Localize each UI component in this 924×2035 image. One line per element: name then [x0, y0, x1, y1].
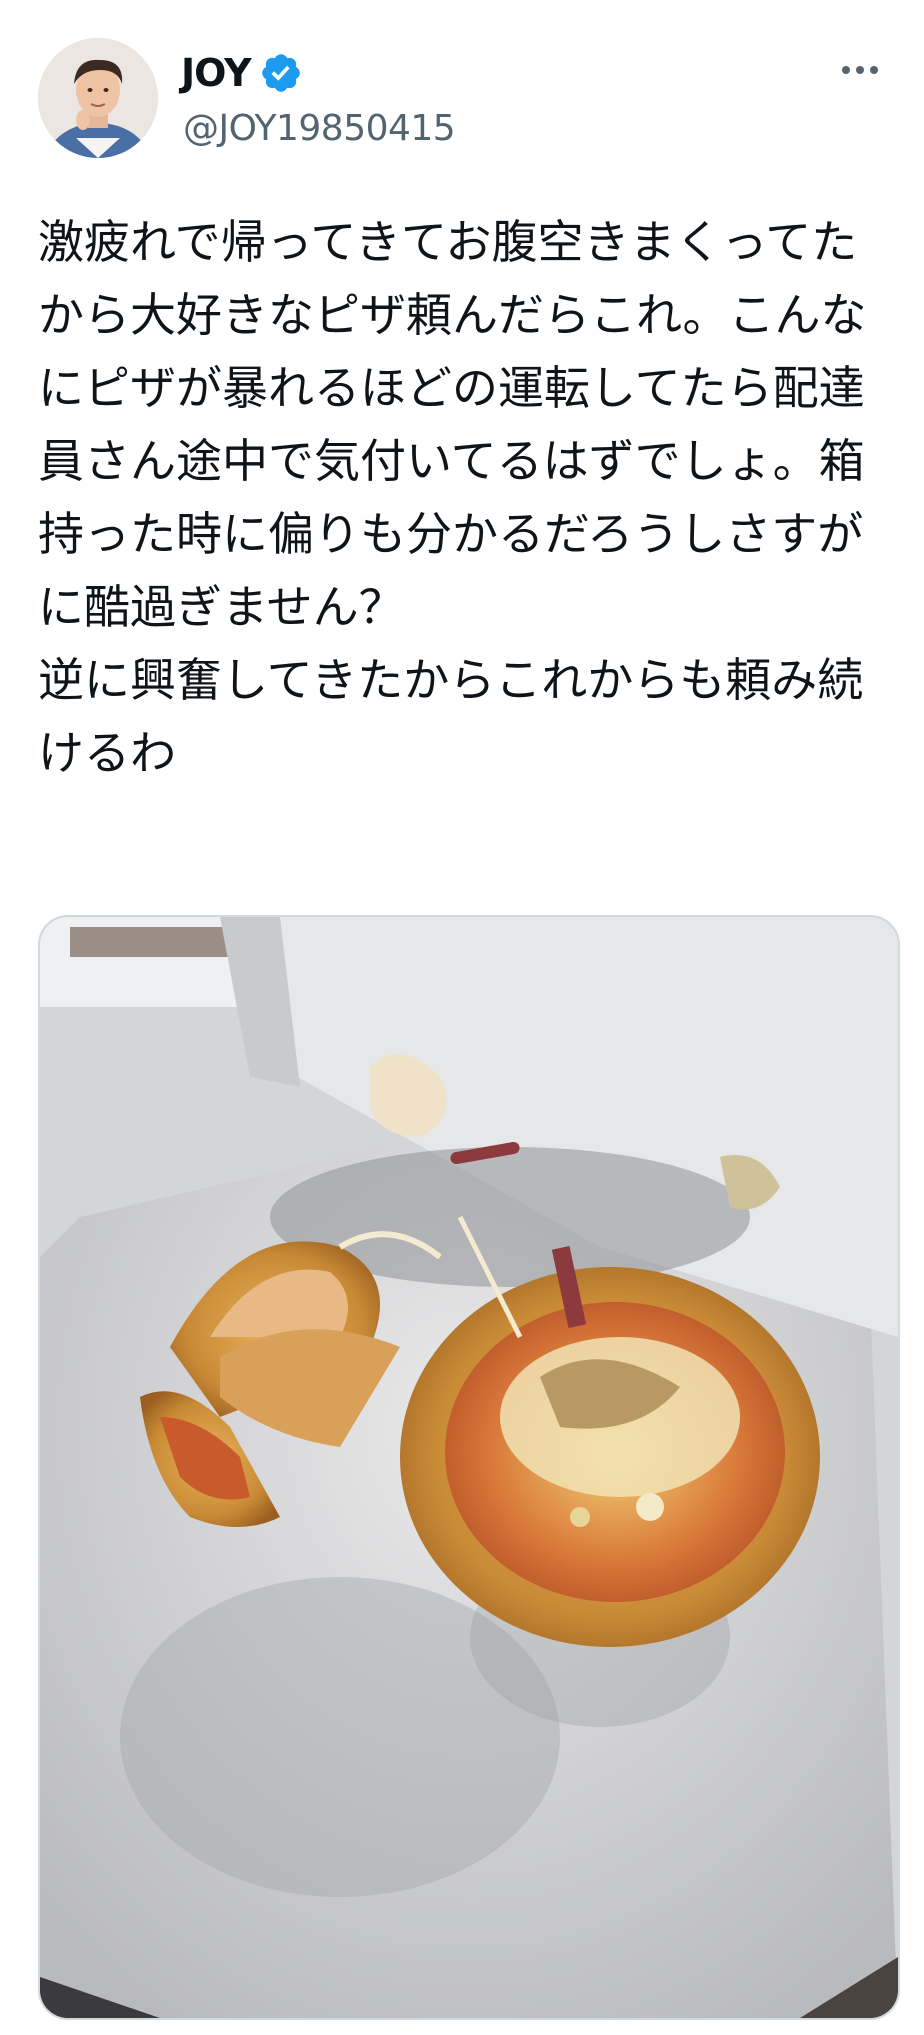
dot	[870, 66, 878, 74]
name-row: JOY	[181, 48, 303, 98]
display-name[interactable]: JOY	[181, 51, 252, 95]
tweet-header: JOY @JOY19850415	[38, 38, 886, 160]
dot	[842, 66, 850, 74]
tweet-text: 激疲れで帰ってきてお腹空きまくってたから大好きなピザ頼んだらこれ。こんなにピザが…	[38, 215, 867, 780]
avatar[interactable]	[38, 38, 158, 158]
tweet-photo[interactable]	[38, 915, 900, 2020]
user-handle[interactable]: @JOY19850415	[183, 108, 456, 149]
tweet-card: JOY @JOY19850415 激疲れで帰ってきてお腹空きまくってたから大好き…	[0, 0, 924, 2035]
more-options-icon[interactable]	[834, 50, 886, 90]
verified-badge-icon	[259, 51, 303, 95]
dot	[856, 66, 864, 74]
avatar-photo	[38, 38, 158, 158]
pizza-photo	[40, 917, 898, 2018]
